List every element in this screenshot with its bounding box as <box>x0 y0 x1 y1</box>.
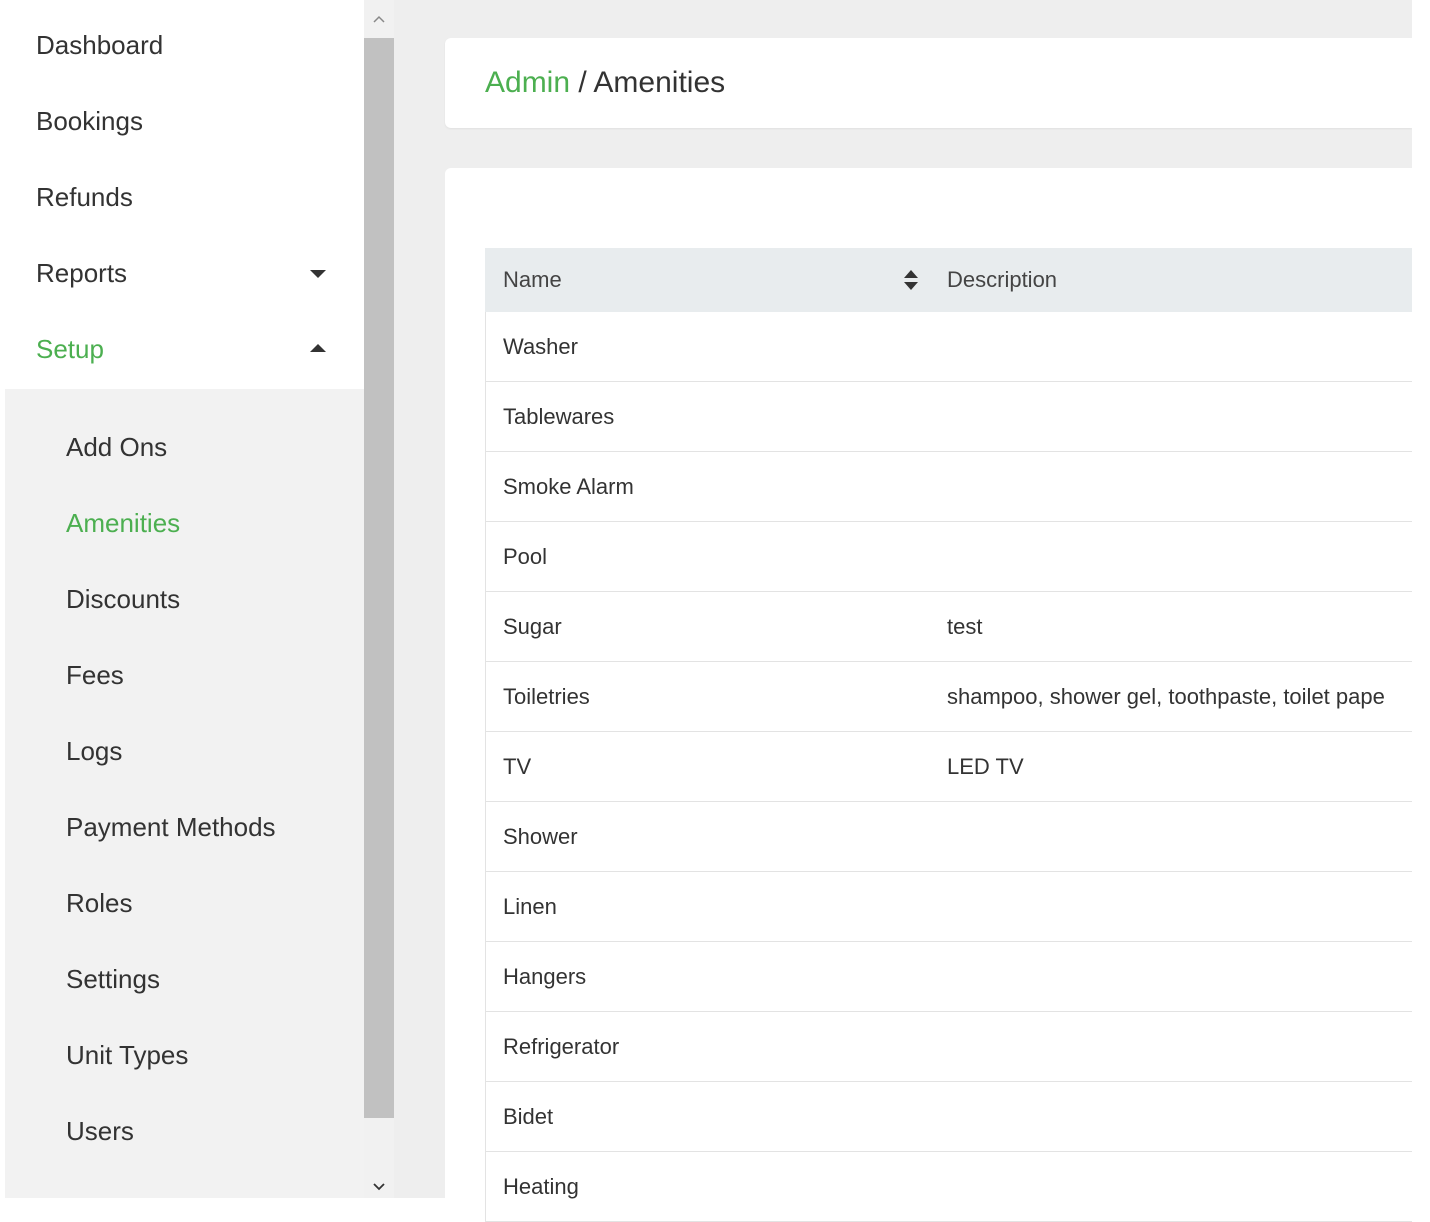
sidebar-item-dashboard[interactable]: Dashboard <box>5 7 364 83</box>
sidebar-item-label: Setup <box>36 333 104 364</box>
submenu-item-label: Amenities <box>66 507 181 538</box>
sidebar-item-reports[interactable]: Reports <box>5 235 364 311</box>
column-header-name[interactable]: Name <box>503 267 562 293</box>
breadcrumb-current: Amenities <box>593 66 726 99</box>
table-row[interactable]: Refrigerator <box>485 1012 1412 1082</box>
table-row[interactable]: Tablewares <box>485 382 1412 452</box>
cell-name: Washer <box>503 333 578 359</box>
sidebar-item-label: Refunds <box>36 181 133 212</box>
cell-name: Hangers <box>503 963 587 989</box>
submenu-item-label: Discounts <box>66 583 181 614</box>
breadcrumb-separator: / <box>570 66 594 99</box>
submenu-item-payment-methods[interactable]: Payment Methods <box>5 789 364 865</box>
table-row[interactable]: Smoke Alarm <box>485 452 1412 522</box>
right-gutter <box>1412 0 1430 1198</box>
cell-description: shampoo, shower gel, toothpaste, toilet … <box>947 683 1385 709</box>
cell-name: Heating <box>503 1173 579 1199</box>
submenu-item-settings[interactable]: Settings <box>5 941 364 1017</box>
cell-name: Refrigerator <box>503 1033 620 1059</box>
sidebar-item-setup[interactable]: Setup <box>5 311 364 387</box>
table-row[interactable]: TV LED TV <box>485 732 1412 802</box>
caret-down-icon <box>310 270 326 278</box>
amenities-table: Name Description Washer Tablewares Smoke… <box>485 248 1412 1222</box>
sidebar-item-refunds[interactable]: Refunds <box>5 159 364 235</box>
cell-name: Sugar <box>503 613 562 639</box>
sidebar-item-label: Bookings <box>36 105 143 136</box>
submenu-item-unit-types[interactable]: Unit Types <box>5 1017 364 1093</box>
main-content: Admin / Amenities Name Description Washe… <box>394 0 1412 1222</box>
setup-submenu: Add Ons Amenities Discounts Fees Logs Pa… <box>5 389 364 1198</box>
table-row[interactable]: Pool <box>485 522 1412 592</box>
cell-name: Smoke Alarm <box>503 473 634 499</box>
submenu-item-logs[interactable]: Logs <box>5 713 364 789</box>
breadcrumb-admin-link[interactable]: Admin <box>485 66 570 99</box>
submenu-item-label: Users <box>66 1115 134 1146</box>
table-row[interactable]: Toiletries shampoo, shower gel, toothpast… <box>485 662 1412 732</box>
cell-name: Tablewares <box>503 403 615 429</box>
sidebar-scrollbar[interactable] <box>364 0 394 1198</box>
submenu-item-add-ons[interactable]: Add Ons <box>5 409 364 485</box>
cell-description: LED TV <box>947 753 1024 779</box>
table-row[interactable]: Bidet <box>485 1082 1412 1152</box>
table-row[interactable]: Heating <box>485 1152 1412 1222</box>
submenu-item-label: Roles <box>66 887 133 918</box>
content-card: Name Description Washer Tablewares Smoke… <box>445 168 1412 1222</box>
sidebar-item-label: Dashboard <box>36 29 164 60</box>
submenu-item-label: Settings <box>66 963 160 994</box>
submenu-item-label: Logs <box>66 735 123 766</box>
table-header: Name Description <box>485 248 1412 312</box>
cell-name: Pool <box>503 543 548 569</box>
table-row[interactable]: Hangers <box>485 942 1412 1012</box>
cell-description: test <box>947 613 983 639</box>
breadcrumb: Admin / Amenities <box>445 66 725 100</box>
sort-icon[interactable] <box>904 270 918 290</box>
table-row[interactable]: Linen <box>485 872 1412 942</box>
sidebar-item-label: Reports <box>36 257 128 288</box>
sidebar: Dashboard Bookings Refunds Reports Setup… <box>0 0 364 1198</box>
submenu-item-users[interactable]: Users <box>5 1093 364 1169</box>
submenu-item-label: Payment Methods <box>66 811 276 842</box>
submenu-item-fees[interactable]: Fees <box>5 637 364 713</box>
submenu-item-amenities[interactable]: Amenities <box>5 485 364 561</box>
submenu-item-label: Fees <box>66 659 124 690</box>
submenu-item-roles[interactable]: Roles <box>5 865 364 941</box>
cell-name: TV <box>503 753 532 779</box>
breadcrumb-card: Admin / Amenities <box>445 38 1412 128</box>
cell-name: Bidet <box>503 1103 554 1129</box>
cell-name: Linen <box>503 893 557 919</box>
submenu-item-label: Add Ons <box>66 431 168 462</box>
caret-up-icon <box>310 344 326 352</box>
table-row[interactable]: Shower <box>485 802 1412 872</box>
submenu-item-discounts[interactable]: Discounts <box>5 561 364 637</box>
column-header-description[interactable]: Description <box>947 267 1057 293</box>
cell-name: Toiletries <box>503 683 590 709</box>
sidebar-item-bookings[interactable]: Bookings <box>5 83 364 159</box>
submenu-item-label: Unit Types <box>66 1039 189 1070</box>
scroll-up-icon[interactable] <box>364 4 394 34</box>
table-row[interactable]: Washer <box>485 312 1412 382</box>
table-row[interactable]: Sugar test <box>485 592 1412 662</box>
cell-name: Shower <box>503 823 578 849</box>
scrollbar-thumb[interactable] <box>364 38 394 1118</box>
